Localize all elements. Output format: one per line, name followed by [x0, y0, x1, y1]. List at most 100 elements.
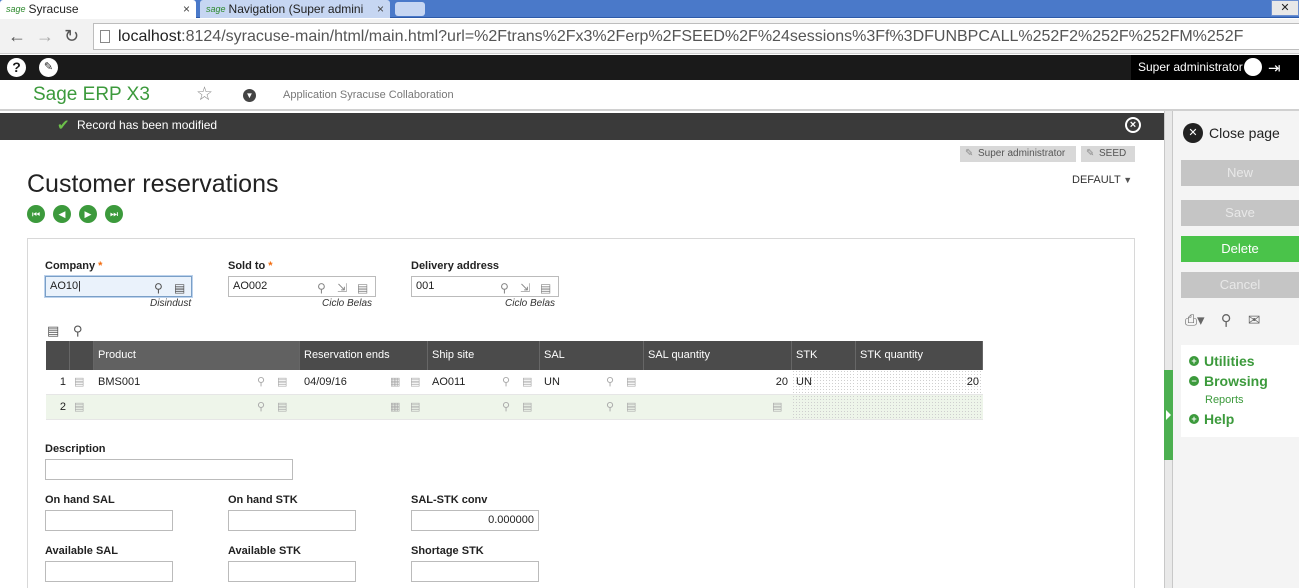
table-row[interactable]: 2 ▤ ⚲ ▤ ▦ ▤ ⚲ ▤ ⚲ ▤ ▤ — [46, 395, 983, 420]
sal-stk-conv-label: SAL-STK conv — [411, 494, 488, 506]
header-sal[interactable]: SAL — [540, 341, 644, 370]
search-icon: ⚲ — [606, 401, 615, 413]
logout-icon[interactable]: ⇥ — [1268, 59, 1281, 77]
app-header: Sage ERP X3 ☆ ▼ Application Syracuse Col… — [0, 80, 1299, 111]
chevron-down-icon[interactable]: ▼ — [243, 89, 256, 102]
view-selector[interactable]: DEFAULT — [1072, 174, 1132, 186]
sal-quantity-cell[interactable]: 20 — [644, 370, 792, 394]
address-bar: ← → ↻ localhost:8124/syracuse-main/html/… — [0, 19, 1299, 54]
window-close-icon[interactable]: ✕ — [1271, 0, 1299, 16]
search-icon[interactable]: ⚲ — [500, 279, 509, 298]
reservations-grid: Product Reservation ends Ship site SAL S… — [46, 341, 983, 420]
reservation-ends-cell[interactable]: 04/09/16 ▦ ▤ — [300, 370, 428, 394]
tab-close-icon[interactable]: × — [183, 2, 190, 16]
detail-icon: ▤ — [410, 401, 421, 413]
close-page-button[interactable]: ✕ Close page — [1183, 123, 1280, 143]
first-record-icon[interactable]: ⏮ — [27, 205, 45, 223]
header-sal-quantity[interactable]: SAL quantity — [644, 341, 792, 370]
cancel-button[interactable]: Cancel — [1181, 272, 1299, 298]
product-cell[interactable]: BMS001 ⚲ ▤ — [94, 370, 300, 394]
print-icon[interactable]: ⎙▾ — [1185, 312, 1205, 329]
help-icon[interactable]: ? — [7, 58, 26, 77]
header-stk-quantity[interactable]: STK quantity — [856, 341, 983, 370]
sal-stk-conv-field: 0.000000 — [411, 510, 539, 531]
link-icon[interactable]: ⇲ — [520, 279, 530, 298]
link-icon[interactable]: ⇲ — [337, 279, 347, 298]
delivery-address-description: Ciclo Belas — [505, 298, 556, 309]
user-chip[interactable]: Super administrator — [960, 146, 1076, 162]
header-ship-site[interactable]: Ship site — [428, 341, 540, 370]
description-field[interactable] — [45, 459, 293, 480]
next-record-icon[interactable]: ▶ — [79, 205, 97, 223]
paint-brush-icon[interactable]: ✎ — [39, 58, 58, 77]
new-button[interactable]: New — [1181, 160, 1299, 186]
menu-help[interactable]: + Help — [1181, 409, 1299, 429]
browser-tab-syracuse[interactable]: sage Syracuse × — [0, 0, 196, 18]
search-icon[interactable]: ⚲ — [154, 279, 163, 298]
on-hand-stk-label: On hand STK — [228, 494, 298, 506]
close-page-label: Close page — [1209, 125, 1280, 141]
menu-reports[interactable]: Reports — [1181, 391, 1299, 409]
back-icon[interactable]: ← — [8, 26, 26, 47]
grid-search-icon[interactable]: ⚲ — [73, 323, 83, 338]
sage-tab-icon: sage — [6, 4, 26, 14]
available-stk-field — [228, 561, 356, 582]
header-reservation-ends[interactable]: Reservation ends — [300, 341, 428, 370]
detail-icon[interactable]: ▤ — [174, 279, 185, 298]
search-icon[interactable]: ⚲ — [317, 279, 326, 298]
previous-record-icon[interactable]: ◀ — [53, 205, 71, 223]
comment-icon[interactable]: ✉ — [1248, 312, 1261, 329]
detail-icon: ▤ — [277, 376, 288, 388]
reload-icon[interactable]: ↻ — [64, 26, 79, 47]
shortage-stk-label: Shortage STK — [411, 545, 484, 557]
application-label[interactable]: Application Syracuse Collaboration — [283, 89, 454, 101]
panel-toggle-handle[interactable] — [1164, 370, 1173, 460]
menu-browsing[interactable]: − Browsing — [1181, 371, 1299, 391]
page-title: Customer reservations — [27, 170, 279, 198]
reservation-ends-cell[interactable]: ▦ ▤ — [300, 395, 428, 419]
sal-cell[interactable]: ⚲ ▤ — [540, 395, 644, 419]
plus-icon: + — [1189, 414, 1199, 424]
forward-icon[interactable]: → — [36, 26, 54, 47]
tab-title: Syracuse — [28, 2, 79, 16]
header-product[interactable]: Product — [94, 341, 300, 370]
new-tab-button[interactable] — [395, 2, 425, 16]
ship-site-cell[interactable]: ⚲ ▤ — [428, 395, 540, 419]
tab-close-icon[interactable]: × — [377, 2, 384, 16]
company-field[interactable]: AO10| ⚲ ▤ — [45, 276, 192, 297]
description-label: Description — [45, 443, 106, 455]
url-input[interactable]: localhost:8124/syracuse-main/html/main.h… — [93, 23, 1299, 50]
delivery-address-label: Delivery address — [411, 260, 500, 272]
close-message-icon[interactable]: × — [1125, 117, 1141, 133]
detail-icon[interactable]: ▤ — [540, 279, 551, 298]
folder-chip[interactable]: SEED — [1081, 146, 1135, 162]
record-navigation: ⏮ ◀ ▶ ⏭ — [27, 205, 123, 223]
available-sal-label: Available SAL — [45, 545, 118, 557]
ship-site-cell[interactable]: AO011 ⚲ ▤ — [428, 370, 540, 394]
panel-gutter — [1164, 111, 1173, 588]
user-avatar-icon[interactable] — [1244, 58, 1262, 76]
detail-icon: ▤ — [522, 376, 533, 388]
row-detail-icon[interactable]: ▤ — [70, 370, 94, 394]
table-row[interactable]: 1 ▤ BMS001 ⚲ ▤ 04/09/16 ▦ ▤ AO011 ⚲ ▤ UN ⚲ ▤ 20 … — [46, 370, 983, 395]
available-sal-field — [45, 561, 173, 582]
detail-icon[interactable]: ▤ — [357, 279, 368, 298]
last-record-icon[interactable]: ⏭ — [105, 205, 123, 223]
save-button[interactable]: Save — [1181, 200, 1299, 226]
header-stk[interactable]: STK — [792, 341, 856, 370]
product-cell[interactable]: ⚲ ▤ — [94, 395, 300, 419]
plus-icon: + — [1189, 356, 1199, 366]
grid-detail-icon[interactable]: ▤ — [47, 323, 59, 338]
attach-icon[interactable]: ⚲ — [1221, 312, 1232, 329]
sold-to-field[interactable]: AO002 ⚲ ⇲ ▤ — [228, 276, 376, 297]
browser-tab-navigation[interactable]: sage Navigation (Super admini × — [200, 0, 390, 18]
row-detail-icon[interactable]: ▤ — [70, 395, 94, 419]
company-description: Disindust — [150, 298, 192, 309]
delete-button[interactable]: Delete — [1181, 236, 1299, 262]
sal-cell[interactable]: UN ⚲ ▤ — [540, 370, 644, 394]
favorite-star-icon[interactable]: ☆ — [196, 83, 213, 106]
delivery-address-field[interactable]: 001 ⚲ ⇲ ▤ — [411, 276, 559, 297]
menu-utilities[interactable]: + Utilities — [1181, 351, 1299, 371]
sal-quantity-cell[interactable]: ▤ — [644, 395, 792, 419]
detail-icon: ▤ — [626, 376, 637, 388]
